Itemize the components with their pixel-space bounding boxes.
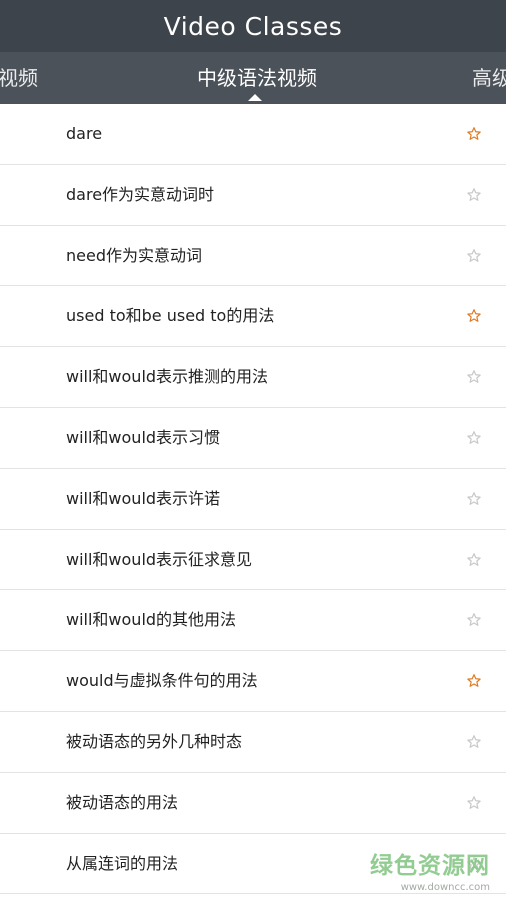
list-item[interactable]: will和would表示征求意见 (0, 530, 506, 591)
list-item[interactable]: used to和be used to的用法 (0, 286, 506, 348)
star-outline-icon[interactable] (466, 491, 482, 507)
list-item-label: dare作为实意动词时 (66, 184, 215, 204)
list-item[interactable]: 被动语态的用法 (0, 773, 506, 834)
tab-previous-category[interactable]: 视频 (0, 52, 38, 104)
list-item[interactable]: will和would表示许诺 (0, 469, 506, 530)
star-filled-icon[interactable] (466, 308, 482, 324)
list-item-label: 从属连词的用法 (66, 853, 179, 873)
title-bar: Video Classes (0, 0, 506, 52)
star-outline-icon[interactable] (466, 795, 482, 811)
star-outline-icon[interactable] (466, 430, 482, 446)
list-item-label: 被动语态的用法 (66, 792, 179, 812)
list-item[interactable]: will和would表示习惯 (0, 408, 506, 469)
list-item-label: used to和be used to的用法 (66, 306, 275, 326)
video-list[interactable]: dare dare作为实意动词时 need作为实意动词 used to和be used… (0, 104, 506, 900)
app-screen: Video Classes 视频 中级语法视频 高级 dare dare作为实意动… (0, 0, 506, 900)
star-outline-icon[interactable] (466, 734, 482, 750)
list-item-label: will和would表示习惯 (66, 427, 221, 447)
list-item-label: would与虚拟条件句的用法 (66, 671, 258, 691)
list-item-label: dare (66, 124, 103, 143)
tab-active-indicator-icon (248, 94, 262, 101)
list-item[interactable]: would与虚拟条件句的用法 (0, 651, 506, 712)
list-item[interactable]: dare (0, 104, 506, 165)
list-item-label: need作为实意动词 (66, 245, 202, 265)
star-outline-icon[interactable] (466, 187, 482, 203)
list-item[interactable]: 从属连词的用法 (0, 834, 506, 895)
star-outline-icon[interactable] (466, 552, 482, 568)
page-title: Video Classes (163, 11, 343, 41)
list-item[interactable]: will和would表示推测的用法 (0, 347, 506, 408)
tab-next-category[interactable]: 高级 (472, 52, 506, 104)
list-item-label: will和would表示许诺 (66, 488, 221, 508)
list-item-label: will和would表示推测的用法 (66, 367, 269, 387)
star-outline-icon[interactable] (466, 856, 482, 872)
list-item[interactable]: dare作为实意动词时 (0, 165, 506, 226)
star-outline-icon[interactable] (466, 612, 482, 628)
list-item[interactable]: will和would的其他用法 (0, 590, 506, 652)
star-outline-icon[interactable] (466, 369, 482, 385)
list-item-label: will和would的其他用法 (66, 610, 237, 630)
list-item-label: 被动语态的另外几种时态 (66, 731, 243, 751)
star-filled-icon[interactable] (466, 673, 482, 689)
list-item-label: will和would表示征求意见 (66, 549, 253, 569)
star-filled-icon[interactable] (466, 126, 482, 142)
list-item[interactable]: need作为实意动词 (0, 226, 506, 287)
list-item[interactable]: 被动语态的另外几种时态 (0, 712, 506, 773)
star-outline-icon[interactable] (466, 248, 482, 264)
